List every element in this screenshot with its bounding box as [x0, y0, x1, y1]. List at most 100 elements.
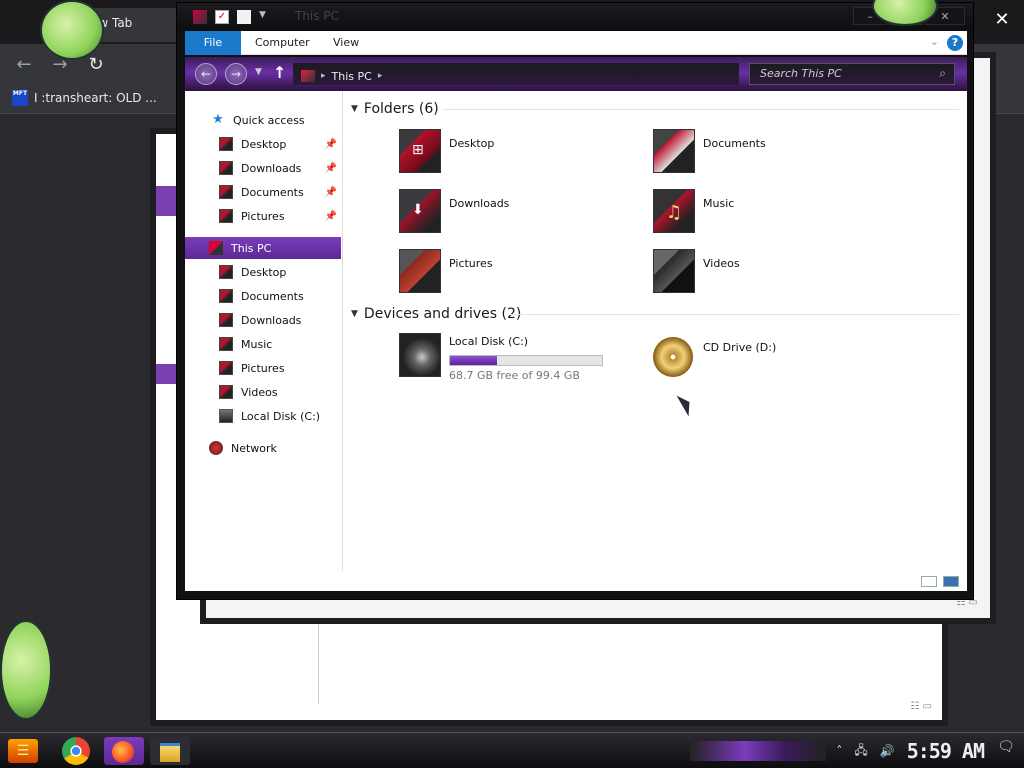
drive-free-space: 68.7 GB free of 99.4 GB — [449, 369, 580, 382]
music-folder-icon — [219, 337, 233, 351]
sidebar-item-label: Music — [241, 337, 273, 351]
browser-close-button[interactable]: ✕ — [990, 8, 1014, 32]
help-icon[interactable]: ? — [947, 35, 963, 51]
chevron-down-icon[interactable]: ▼ — [259, 10, 269, 24]
large-icons-view-icon[interactable] — [943, 576, 959, 587]
downloads-folder-icon: ⬇ — [399, 189, 441, 233]
folder-tile-downloads[interactable]: ⬇ Downloads — [399, 189, 639, 237]
folder-tile-pictures[interactable]: Pictures — [399, 249, 639, 297]
action-center-icon[interactable]: 🗨 — [994, 739, 1018, 761]
sidebar-item-desktop[interactable]: Desktop — [185, 261, 341, 283]
recent-locations-icon[interactable]: ▼ — [255, 67, 262, 77]
sidebar-item-music[interactable]: Music — [185, 333, 341, 355]
folders-group-header[interactable]: ▼ Folders (6) — [351, 101, 439, 117]
drive-usage-fill — [450, 356, 497, 365]
explorer-body: ★ Quick access Desktop 📌 Downloads 📌 Doc… — [185, 91, 967, 591]
collapse-caret-icon[interactable]: ▼ — [351, 104, 358, 114]
expand-ribbon-icon[interactable]: ⌄ — [930, 35, 939, 48]
taskbar: ☰ ˄ 🖧 🔊 5:59 AM 🗨 — [0, 732, 1024, 768]
sidebar-item-quick-pictures[interactable]: Pictures 📌 — [185, 205, 341, 227]
explorer-window: ▼ This PC – □ ✕ File Computer View ⌄ ? ←… — [176, 2, 974, 600]
downloads-folder-icon — [219, 313, 233, 327]
address-bar[interactable]: ▸ This PC ▸ — [293, 63, 739, 85]
pin-icon[interactable]: 📌 — [325, 163, 337, 174]
sidebar-item-downloads[interactable]: Downloads — [185, 309, 341, 331]
forward-button[interactable]: → — [225, 63, 247, 85]
folder-tile-desktop[interactable]: ⊞ Desktop — [399, 129, 639, 177]
up-arrow-icon[interactable]: ↑ — [273, 63, 286, 82]
search-input[interactable]: Search This PC ⌕ — [749, 63, 955, 85]
folder-label: Pictures — [449, 257, 493, 270]
sidebar-item-label: Documents — [241, 289, 304, 303]
this-pc-icon — [301, 70, 315, 82]
group-divider — [443, 109, 959, 110]
tab-file[interactable]: File — [185, 31, 241, 55]
drive-tile-cd[interactable]: CD Drive (D:) — [653, 333, 893, 381]
folder-tile-music[interactable]: ♫ Music — [653, 189, 893, 237]
breadcrumb-this-pc[interactable]: This PC — [332, 70, 372, 83]
folder-tile-documents[interactable]: Documents — [653, 129, 893, 177]
search-placeholder: Search This PC — [760, 67, 842, 80]
drive-tile-local-disk[interactable]: Local Disk (C:) 68.7 GB free of 99.4 GB — [399, 333, 639, 382]
computer-icon — [209, 241, 223, 255]
sidebar-item-quick-documents[interactable]: Documents 📌 — [185, 181, 341, 203]
folder-label: Desktop — [449, 137, 495, 150]
pictures-folder-icon — [219, 209, 233, 223]
details-view-icon[interactable] — [921, 576, 937, 587]
sidebar-item-local-disk[interactable]: Local Disk (C:) — [185, 405, 341, 427]
hard-drive-icon — [219, 409, 233, 423]
tab-computer[interactable]: Computer — [255, 31, 310, 55]
pin-icon[interactable]: 📌 — [325, 139, 337, 150]
volume-icon[interactable]: 🔊 — [880, 744, 895, 758]
pictures-folder-icon — [399, 249, 441, 293]
folder-tile-videos[interactable]: Videos — [653, 249, 893, 297]
back-button[interactable]: ← — [195, 63, 217, 85]
videos-folder-icon — [653, 249, 695, 293]
show-hidden-icons-icon[interactable]: ˄ — [836, 744, 842, 758]
breadcrumb-separator-icon[interactable]: ▸ — [321, 71, 326, 81]
sidebar-item-quick-downloads[interactable]: Downloads 📌 — [185, 157, 341, 179]
clock[interactable]: 5:59 AM — [907, 739, 985, 763]
address-row: ← → ▼ ↑ ▸ This PC ▸ Search This PC ⌕ — [185, 57, 967, 91]
file-explorer-icon[interactable] — [150, 737, 190, 765]
search-icon[interactable]: ⌕ — [939, 66, 946, 81]
new-folder-icon[interactable] — [237, 10, 251, 24]
bookmark-favicon: MFT — [12, 90, 28, 106]
drive-label: Local Disk (C:) — [449, 335, 529, 348]
sidebar-item-pictures[interactable]: Pictures — [185, 357, 341, 379]
pin-icon[interactable]: 📌 — [325, 211, 337, 222]
hard-drive-icon — [399, 333, 441, 377]
system-tray: ˄ 🖧 🔊 5:59 AM — [836, 739, 985, 763]
view-toggle-icons: ☷ ▭ — [910, 701, 932, 712]
sidebar-item-videos[interactable]: Videos — [185, 381, 341, 403]
sidebar-item-label: Downloads — [241, 161, 302, 175]
folder-label: Downloads — [449, 197, 510, 210]
group-title: Folders (6) — [363, 101, 439, 117]
pin-icon[interactable]: 📌 — [325, 187, 337, 198]
sidebar-item-label: Desktop — [241, 137, 287, 151]
network-icon[interactable]: 🖧 — [854, 741, 867, 762]
devices-group-header[interactable]: ▼ Devices and drives (2) — [351, 306, 521, 322]
sidebar-item-label: Network — [231, 441, 277, 455]
window-title: This PC — [295, 9, 339, 23]
sidebar-item-network[interactable]: Network — [185, 437, 341, 459]
sidebar-item-documents[interactable]: Documents — [185, 285, 341, 307]
browser-back-icon[interactable]: ← — [12, 54, 36, 75]
collapse-caret-icon[interactable]: ▼ — [351, 309, 358, 319]
sidebar-item-label: This PC — [231, 241, 272, 255]
window-accent-strip — [156, 364, 176, 384]
chrome-icon[interactable] — [62, 737, 90, 765]
sidebar-item-label: Desktop — [241, 265, 287, 279]
desktop-folder-icon — [219, 265, 233, 279]
browser-reload-icon[interactable]: ↻ — [84, 54, 108, 75]
tab-view[interactable]: View — [333, 31, 359, 55]
bookmark-item[interactable]: MFT I :transheart: OLD ... — [12, 90, 157, 106]
properties-icon[interactable] — [215, 10, 229, 24]
character-sticker — [0, 620, 52, 720]
sidebar-item-quick-access[interactable]: ★ Quick access — [185, 109, 341, 131]
breadcrumb-separator-icon[interactable]: ▸ — [378, 71, 383, 81]
sidebar-item-quick-desktop[interactable]: Desktop 📌 — [185, 133, 341, 155]
sidebar-item-this-pc[interactable]: This PC — [185, 237, 341, 259]
firefox-icon[interactable] — [104, 737, 144, 765]
start-button[interactable]: ☰ — [8, 739, 38, 763]
